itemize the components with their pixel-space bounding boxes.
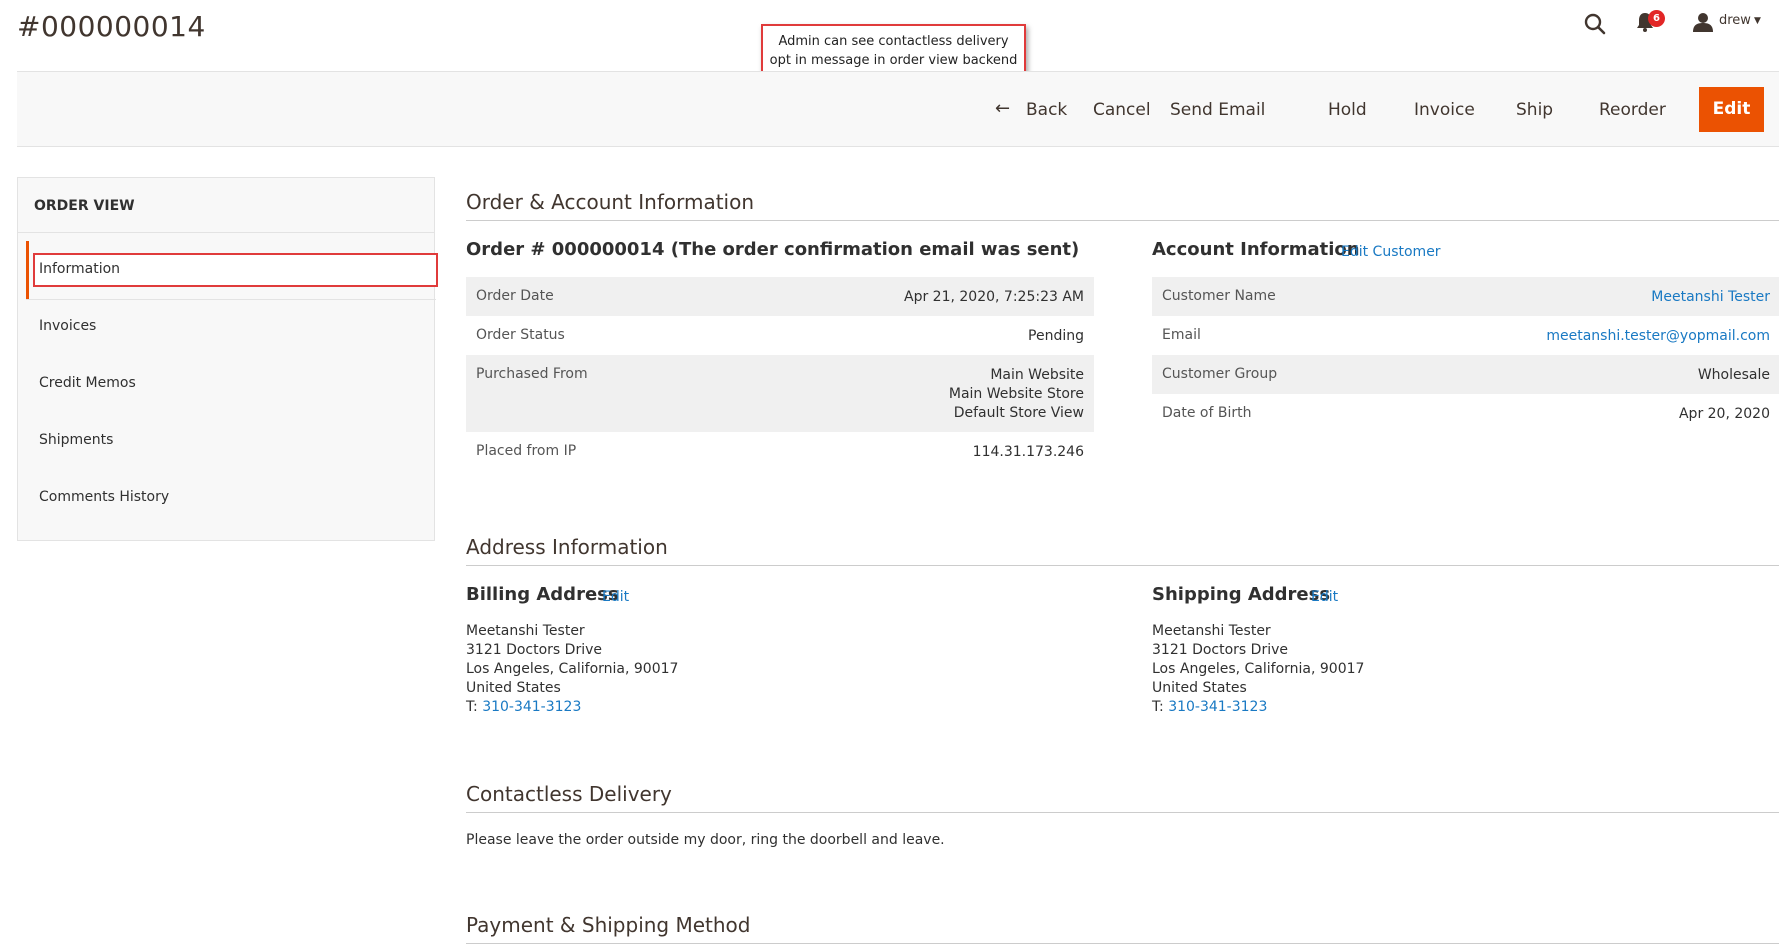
callout-line-2: opt in message in order view backend xyxy=(769,53,1018,68)
account-heading: Account Information xyxy=(1152,239,1360,260)
address-country: United States xyxy=(1152,680,1247,696)
order-view-sidebar: ORDER VIEW Information Invoices Credit M… xyxy=(17,177,438,541)
section-title-address: Address Information xyxy=(466,535,668,559)
section-title-order-account: Order & Account Information xyxy=(466,190,755,214)
edit-billing-link[interactable]: Edit xyxy=(602,589,629,605)
phone-prefix: T: xyxy=(1152,699,1169,715)
annotation-callout: Admin can see contactless delivery opt i… xyxy=(761,24,1026,76)
billing-heading: Billing Address xyxy=(466,584,619,605)
row-value: Apr 20, 2020 xyxy=(1678,406,1770,422)
order-heading: Order # 000000014 (The order confirmatio… xyxy=(466,239,1080,260)
user-name[interactable]: drew xyxy=(1719,13,1751,28)
invoice-button[interactable]: Invoice xyxy=(1414,100,1475,120)
table-row: Date of Birth Apr 20, 2020 xyxy=(1152,394,1779,433)
row-label: Customer Name xyxy=(1162,288,1276,304)
customer-name-link[interactable]: Meetanshi Tester xyxy=(1651,288,1770,307)
section-divider xyxy=(466,565,1779,566)
address-country: United States xyxy=(466,680,561,696)
address-name: Meetanshi Tester xyxy=(466,623,585,639)
sidebar-item-information[interactable]: Information xyxy=(39,261,120,277)
sidebar-item-shipments[interactable]: Shipments xyxy=(39,432,113,448)
section-title-contactless: Contactless Delivery xyxy=(466,782,672,806)
shipping-heading: Shipping Address xyxy=(1152,584,1331,605)
section-divider xyxy=(466,812,1779,813)
address-phone-line: T: 310-341-3123 xyxy=(466,698,678,717)
table-row: Order Status Pending xyxy=(466,316,1094,355)
sidebar-item-comments-history[interactable]: Comments History xyxy=(39,489,169,505)
phone-link[interactable]: 310-341-3123 xyxy=(482,699,581,715)
value-line: Default Store View xyxy=(953,405,1084,421)
order-info-table: Order Date Apr 21, 2020, 7:25:23 AM Orde… xyxy=(466,277,1094,471)
arrow-left-icon[interactable]: ← xyxy=(995,98,1010,119)
callout-line-1: Admin can see contactless delivery xyxy=(778,34,1009,49)
row-value: Apr 21, 2020, 7:25:23 AM xyxy=(904,289,1084,305)
row-value: 114.31.173.246 xyxy=(972,444,1084,460)
row-label: Order Status xyxy=(476,327,565,343)
row-value: Pending xyxy=(1028,328,1084,344)
table-row: Customer Group Wholesale xyxy=(1152,355,1779,394)
section-title-payment: Payment & Shipping Method xyxy=(466,913,751,937)
row-label: Email xyxy=(1162,327,1201,343)
billing-address: Meetanshi Tester 3121 Doctors Drive Los … xyxy=(466,622,678,717)
divider xyxy=(26,299,436,300)
contactless-message: Please leave the order outside my door, … xyxy=(466,832,945,848)
back-button[interactable]: Back xyxy=(1026,100,1067,120)
phone-link[interactable]: 310-341-3123 xyxy=(1168,699,1267,715)
edit-customer-link[interactable]: Edit Customer xyxy=(1341,244,1441,260)
row-label: Customer Group xyxy=(1162,366,1278,382)
hold-button[interactable]: Hold xyxy=(1328,100,1367,120)
table-row: Order Date Apr 21, 2020, 7:25:23 AM xyxy=(466,277,1094,316)
address-street: 3121 Doctors Drive xyxy=(466,642,603,658)
action-toolbar: ← Back Cancel Send Email Hold Invoice Sh… xyxy=(17,71,1779,147)
address-city: Los Angeles, California, 90017 xyxy=(466,661,679,677)
section-divider xyxy=(466,943,1779,944)
address-name: Meetanshi Tester xyxy=(1152,623,1271,639)
address-street: 3121 Doctors Drive xyxy=(1152,642,1289,658)
sidebar-title: ORDER VIEW xyxy=(34,198,135,214)
row-label: Order Date xyxy=(476,288,554,304)
table-row: Customer Name Meetanshi Tester xyxy=(1152,277,1779,316)
email-link[interactable]: meetanshi.tester@yopmail.com xyxy=(1546,327,1770,346)
chevron-down-icon[interactable]: ▼ xyxy=(1754,16,1761,26)
notification-badge: 6 xyxy=(1648,10,1665,27)
sidebar-item-invoices[interactable]: Invoices xyxy=(39,318,96,334)
account-info-table: Customer Name Meetanshi Tester Email mee… xyxy=(1152,277,1779,433)
address-phone-line: T: 310-341-3123 xyxy=(1152,698,1364,717)
divider xyxy=(18,232,434,233)
table-row: Purchased From Main Website Main Website… xyxy=(466,355,1094,432)
row-value: Wholesale xyxy=(1697,367,1770,383)
section-divider xyxy=(466,220,1779,221)
reorder-button[interactable]: Reorder xyxy=(1599,100,1666,120)
page-title: #000000014 xyxy=(17,10,206,43)
value-line: Main Website Store xyxy=(948,386,1084,402)
row-label: Placed from IP xyxy=(476,443,577,459)
active-indicator xyxy=(26,241,29,299)
send-email-button[interactable]: Send Email xyxy=(1170,100,1265,120)
address-city: Los Angeles, California, 90017 xyxy=(1152,661,1365,677)
table-row: Email meetanshi.tester@yopmail.com xyxy=(1152,316,1779,355)
value-line: Main Website xyxy=(990,367,1084,383)
phone-prefix: T: xyxy=(466,699,483,715)
edit-shipping-link[interactable]: Edit xyxy=(1311,589,1338,605)
sidebar-item-credit-memos[interactable]: Credit Memos xyxy=(39,375,136,391)
row-label: Purchased From xyxy=(476,366,588,382)
edit-button[interactable]: Edit xyxy=(1699,87,1764,132)
row-label: Date of Birth xyxy=(1162,405,1252,421)
shipping-address: Meetanshi Tester 3121 Doctors Drive Los … xyxy=(1152,622,1364,717)
cancel-button[interactable]: Cancel xyxy=(1093,100,1151,120)
ship-button[interactable]: Ship xyxy=(1516,100,1553,120)
row-value: Main Website Main Website Store Default … xyxy=(949,366,1084,423)
user-icon[interactable] xyxy=(1692,12,1714,36)
table-row: Placed from IP 114.31.173.246 xyxy=(466,432,1094,471)
search-icon[interactable] xyxy=(1583,12,1607,40)
